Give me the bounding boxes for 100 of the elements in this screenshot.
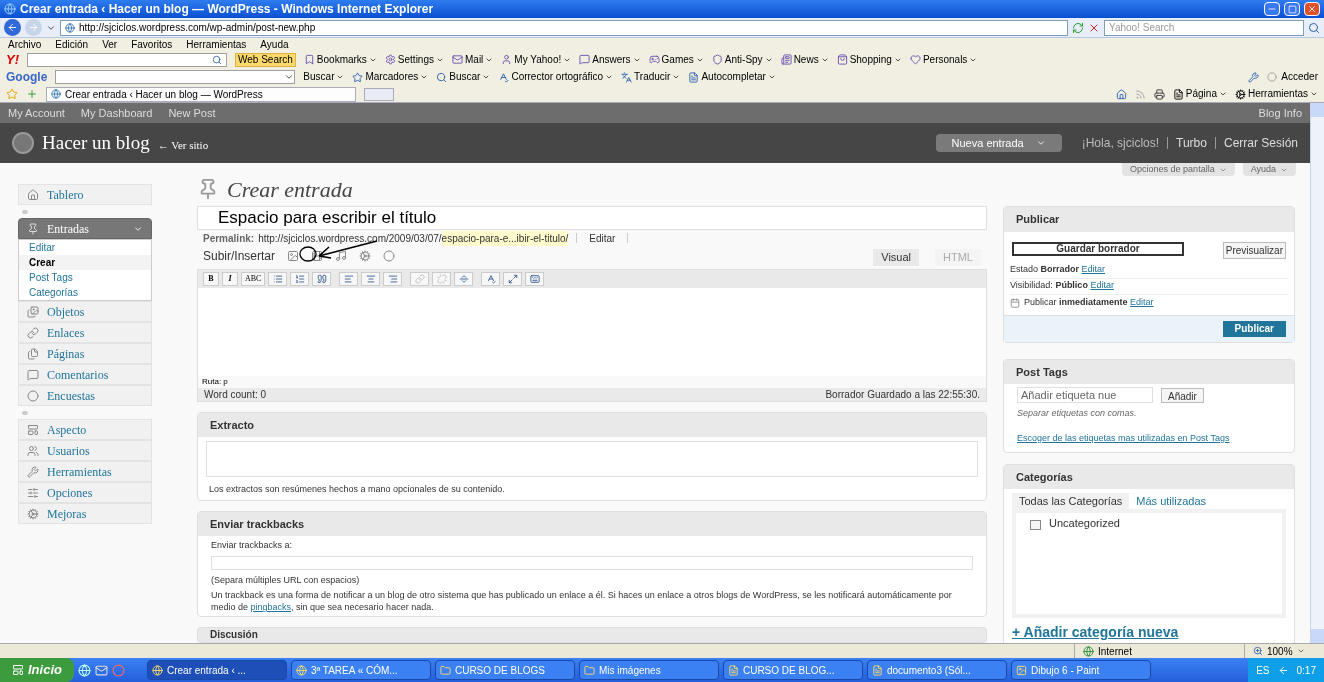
close-button[interactable]	[1304, 2, 1320, 16]
start-button[interactable]: Inicio	[0, 658, 74, 682]
toolbar-button[interactable]	[339, 271, 359, 286]
header-link[interactable]: Turbo	[1176, 134, 1207, 152]
edit-permalink-button[interactable]: Editar	[585, 230, 620, 246]
toolbar-button[interactable]: Bookmarks	[303, 54, 377, 65]
format-button[interactable]: I	[222, 271, 238, 286]
sidebar-item[interactable]: Usuarios	[18, 440, 152, 461]
category-checkbox[interactable]: Uncategorized	[1030, 515, 1268, 532]
submenu-item[interactable]: Crear	[19, 255, 151, 270]
taskbar-button[interactable]: documento3 (Sól...	[866, 660, 1007, 680]
toolbar-button[interactable]: Buscar	[436, 71, 491, 83]
new-post-button[interactable]: Nueva entrada	[935, 134, 1062, 152]
edit-link[interactable]: Editar	[1090, 280, 1114, 291]
toolbar-button[interactable]	[410, 271, 430, 286]
collapse-handle[interactable]	[22, 209, 28, 214]
toolbar-button[interactable]	[361, 271, 381, 286]
taskbar-button[interactable]: Mis imágenes	[578, 660, 719, 680]
sidebar-item[interactable]: Enlaces	[18, 322, 152, 343]
new-tab-button[interactable]	[364, 87, 394, 101]
sidebar-item[interactable]: Tablero	[18, 184, 152, 205]
toolbar-button[interactable]: Personals	[909, 54, 978, 65]
popular-tags-link[interactable]: Escoger de las etiquetas mas utilizadas en Post Tags	[1017, 432, 1277, 444]
command-button[interactable]: Herramientas	[1234, 88, 1318, 100]
toolbar-button[interactable]	[268, 271, 288, 286]
editor-tab[interactable]: Visual	[873, 249, 920, 266]
sidebar-item[interactable]: Herramientas	[18, 461, 152, 482]
submenu-item[interactable]: Post Tags	[19, 270, 151, 285]
category-tab[interactable]: Todas las Categorías	[1012, 493, 1130, 509]
toolbar-button[interactable]	[525, 271, 545, 286]
preview-button[interactable]: Previsualizar	[1222, 241, 1286, 259]
scrollbar[interactable]	[1310, 103, 1324, 643]
toolbar-button[interactable]: Shopping	[836, 54, 902, 65]
admin-bar-link[interactable]: New Post	[168, 104, 216, 122]
sign-in-button[interactable]: Acceder	[1267, 72, 1318, 82]
sidebar-item[interactable]: Mejoras	[18, 503, 152, 524]
collapse-handle[interactable]	[22, 410, 28, 415]
toolbar-button[interactable]	[290, 271, 310, 286]
screen-options-tab[interactable]: Opciones de pantalla	[1122, 163, 1235, 176]
search-field[interactable]: Yahoo! Search	[1104, 19, 1304, 36]
admin-bar-link[interactable]: My Account	[8, 104, 65, 122]
sidebar-item[interactable]: Opciones	[18, 482, 152, 503]
toolbar-button[interactable]: Corrector ortográfico	[498, 71, 614, 83]
toolbar-button[interactable]	[454, 271, 474, 286]
format-button[interactable]: B	[203, 271, 219, 286]
web-search-button[interactable]: Web Search	[235, 52, 296, 67]
admin-bar-link[interactable]: Blog Info	[1258, 104, 1302, 122]
header-link[interactable]: Cerrar Sesión	[1223, 134, 1298, 152]
toolbar-button[interactable]	[481, 271, 501, 286]
sidebar-item[interactable]: Entradas	[18, 218, 152, 239]
menu-item[interactable]: Herramientas	[186, 39, 247, 50]
taskbar-button[interactable]: Dibujo 6 - Paint	[1010, 660, 1151, 680]
sidebar-item[interactable]: Comentarios	[18, 364, 152, 385]
toolbar-search-field[interactable]	[55, 70, 296, 84]
toolbar-button[interactable]	[503, 271, 523, 286]
toolbar-button[interactable]: Anti-Spy	[711, 54, 773, 65]
tag-field[interactable]: Añadir etiqueta nue	[1017, 387, 1153, 403]
menu-item[interactable]: Archivo	[8, 39, 42, 50]
admin-bar-link[interactable]: My Dashboard	[80, 104, 153, 122]
minimize-button[interactable]	[1264, 2, 1280, 16]
address-field[interactable]: http://sjciclos.wordpress.com/wp-admin/post-new.php	[60, 19, 1068, 36]
menu-item[interactable]: Ver	[102, 39, 118, 50]
edit-link[interactable]: Editar	[1130, 296, 1154, 307]
screen-options-tab[interactable]: Ayuda	[1242, 163, 1296, 176]
zoom-level[interactable]: 100%	[1267, 643, 1293, 659]
toolbar-button[interactable]: Marcadores	[352, 71, 429, 83]
maximize-button[interactable]	[1284, 2, 1300, 16]
sidebar-item[interactable]: Encuestas	[18, 385, 152, 406]
submenu-item[interactable]: Editar	[19, 240, 151, 255]
browser-tab[interactable]: Crear entrada ‹ Hacer un blog — WordPress	[46, 86, 356, 102]
submenu-item[interactable]: Categorías	[19, 285, 151, 300]
permalink-slug[interactable]: espacio-para-e...ibir-el-titulo/	[441, 230, 569, 246]
taskbar-button[interactable]: CURSO DE BLOGS	[434, 660, 575, 680]
view-site-link[interactable]: ← Ver sitio	[157, 136, 209, 153]
toolbar-button[interactable]: Mail	[452, 54, 494, 65]
format-button[interactable]: ABC	[241, 271, 266, 286]
toolbar-button[interactable]: Traducir	[621, 71, 681, 83]
add-category-link[interactable]: + Añadir categoría nueva	[1012, 618, 1286, 643]
toolbar-button[interactable]: Answers	[579, 54, 641, 65]
toolbar-button[interactable]: Settings	[384, 54, 444, 65]
taskbar-button[interactable]: Crear entrada ‹ ...	[146, 660, 287, 680]
save-draft-button[interactable]: Guardar borrador	[1012, 241, 1184, 256]
menu-item[interactable]: Edición	[55, 39, 89, 50]
toolbar-button[interactable]	[312, 271, 332, 286]
checkbox[interactable]	[1030, 519, 1041, 530]
publish-button[interactable]: Publicar	[1222, 320, 1286, 337]
toolbar-button[interactable]: Buscar	[303, 72, 345, 82]
excerpt-field[interactable]	[206, 441, 978, 477]
toolbar-button[interactable]: Autocompletar	[688, 71, 776, 83]
trackback-field[interactable]	[211, 555, 973, 570]
sidebar-item[interactable]: Páginas	[18, 343, 152, 364]
menu-item[interactable]: Favoritos	[131, 39, 173, 50]
sidebar-item[interactable]: Objetos	[18, 301, 152, 322]
taskbar-button[interactable]: CURSO DE BLOG...	[722, 660, 863, 680]
edit-link[interactable]: Editar	[1081, 264, 1106, 275]
toolbar-search-field[interactable]	[27, 52, 227, 67]
toolbar-button[interactable]: News	[780, 54, 829, 65]
command-button[interactable]: Página	[1172, 88, 1227, 100]
title-field[interactable]: Espacio para escribir el título	[197, 206, 987, 230]
back-button[interactable]	[4, 19, 21, 36]
